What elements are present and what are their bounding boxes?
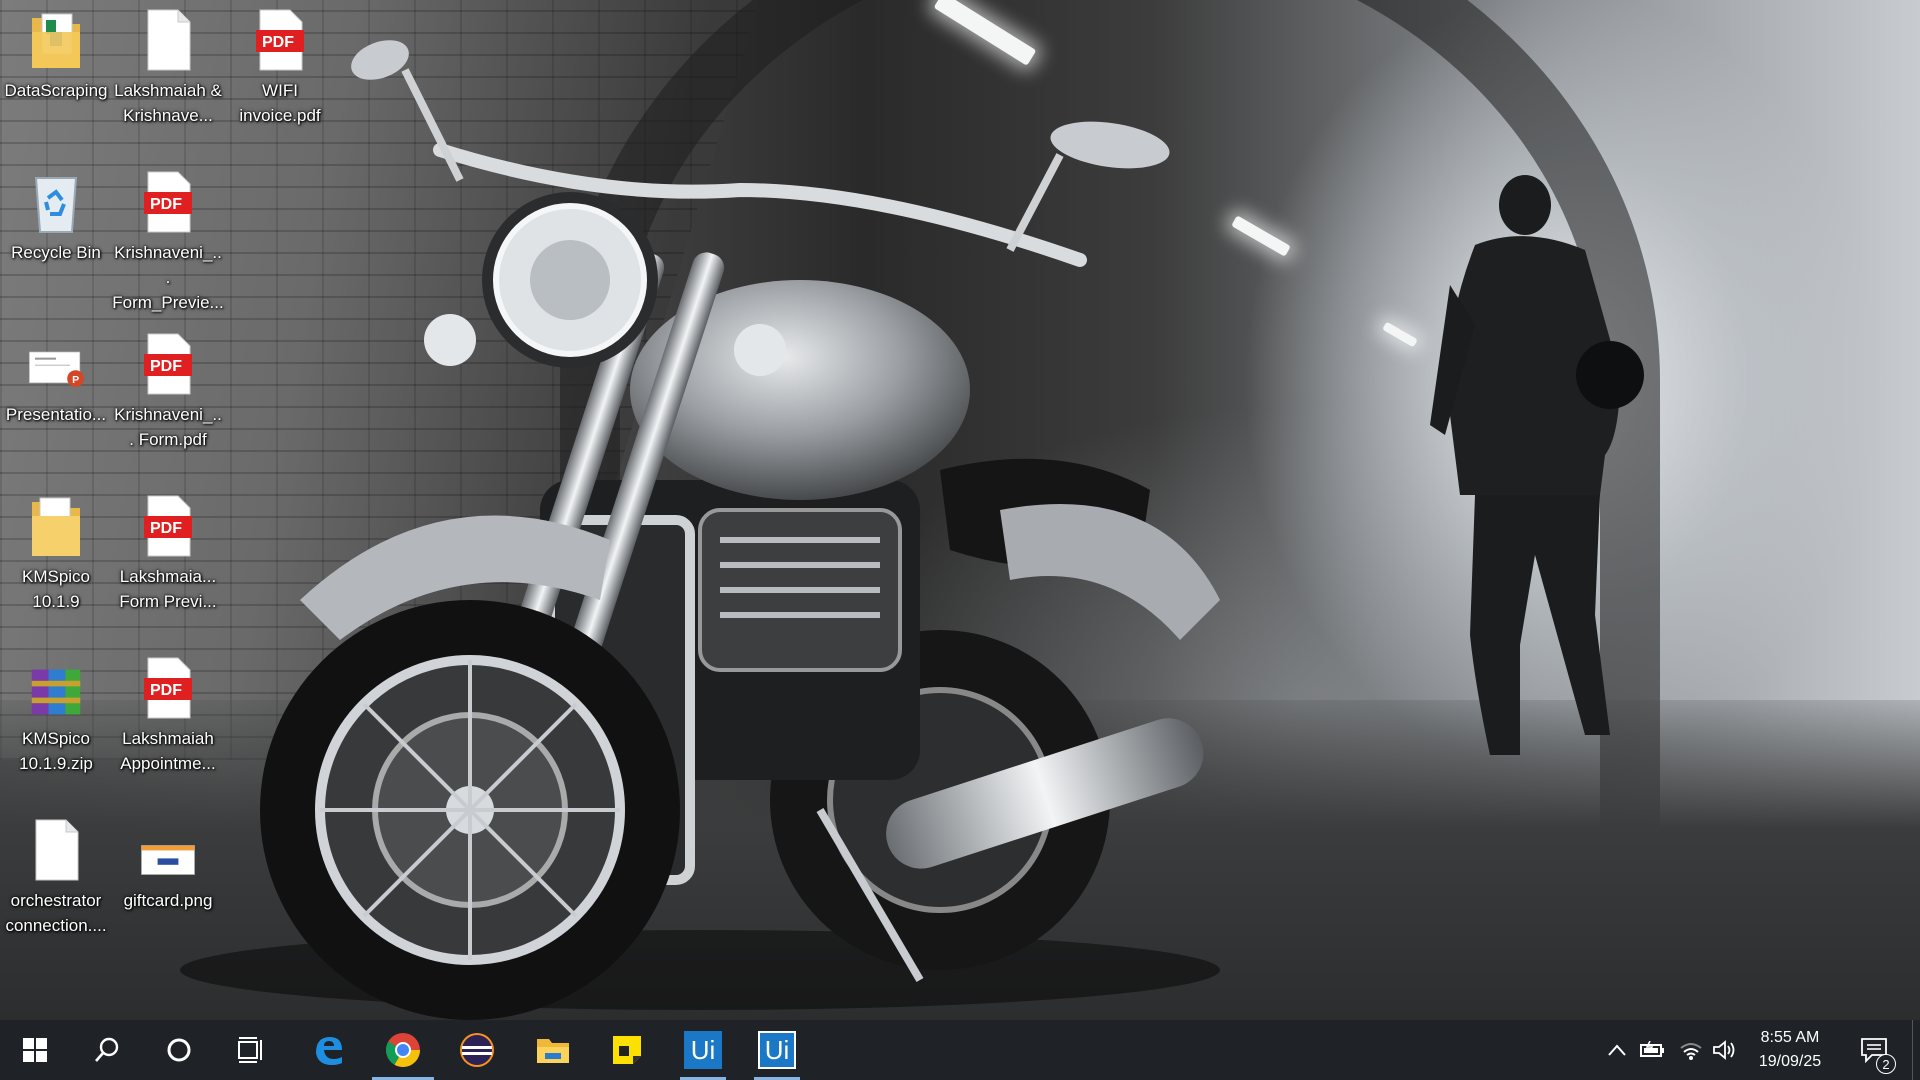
taskbar-clock[interactable]: 8:55 AM 19/09/25	[1742, 1020, 1838, 1080]
desktop-icon-presentation[interactable]: P Presentatio...	[0, 332, 112, 427]
icon-label: Lakshmaia... Form Previ...	[119, 567, 217, 611]
desktop-icon-orchestrator[interactable]: orchestrator connection....	[0, 818, 112, 938]
powerpoint-file-icon: P	[29, 351, 84, 387]
icon-label: Lakshmaiah Appointme...	[120, 729, 216, 773]
pdf-badge: PDF	[150, 682, 182, 699]
pdf-badge: PDF	[262, 34, 294, 51]
icon-label: orchestrator connection....	[5, 891, 107, 935]
edge-taskbar-button[interactable]	[298, 1020, 360, 1080]
icon-label: giftcard.png	[123, 891, 213, 910]
eclipse-taskbar-button[interactable]	[446, 1020, 508, 1080]
desktop-icon-lakshmaiah-krishnaveni[interactable]: Lakshmaiah & Krishnave...	[112, 8, 224, 128]
icon-label: WIFI invoice.pdf	[239, 81, 321, 125]
desktop-icon-lakshmaiah-form-preview[interactable]: PDF Lakshmaia... Form Previ...	[112, 494, 224, 614]
desktop-icon-krishnaveni-form-preview[interactable]: PDF Krishnaveni_... Form_Previe...	[112, 170, 224, 315]
desktop-icon-datascraping[interactable]: DataScraping	[0, 8, 112, 103]
pdf-file-icon: PDF	[144, 333, 192, 395]
task-view-icon	[238, 1037, 262, 1063]
sticky-notes-icon	[613, 1036, 641, 1064]
pdf-file-icon: PDF	[144, 495, 192, 557]
pdf-badge: PDF	[150, 520, 182, 537]
file-explorer-icon	[537, 1039, 569, 1063]
folder-icon	[32, 497, 80, 556]
taskbar: Ui Ui 8:55 AM 19/09/25 2	[0, 1020, 1920, 1080]
notification-count-badge: 2	[1876, 1054, 1896, 1074]
motorcycle-illustration	[180, 40, 1220, 1020]
volume-button[interactable]	[1706, 1020, 1744, 1080]
icon-label: Recycle Bin	[11, 243, 101, 262]
search-button[interactable]	[76, 1020, 138, 1080]
cortana-circle-icon	[167, 1038, 191, 1062]
desktop-icon-lakshmaiah-appointment[interactable]: PDF Lakshmaiah Appointme...	[112, 656, 224, 776]
icon-label: KMSpico 10.1.9	[21, 567, 91, 611]
blank-document-icon	[35, 819, 79, 881]
pdf-file-icon: PDF	[144, 657, 192, 719]
task-view-button[interactable]	[220, 1020, 282, 1080]
battery-charging-icon	[1640, 1041, 1664, 1057]
chevron-up-icon	[1608, 1044, 1626, 1056]
pdf-badge: PDF	[150, 196, 182, 213]
desktop-icon-recycle-bin[interactable]: Recycle Bin	[0, 170, 112, 265]
battery-status-button[interactable]	[1634, 1020, 1672, 1080]
chrome-taskbar-button[interactable]	[372, 1020, 434, 1080]
uipath-studio-taskbar-button[interactable]: Ui	[672, 1020, 734, 1080]
clock-date: 19/09/25	[1758, 1053, 1822, 1070]
sticky-notes-taskbar-button[interactable]	[596, 1020, 658, 1080]
wifi-icon	[1680, 1043, 1702, 1060]
desktop-icon-krishnaveni-form-pdf[interactable]: PDF Krishnaveni_... Form.pdf	[112, 332, 224, 452]
action-center-button[interactable]: 2	[1848, 1020, 1900, 1080]
speaker-icon	[1713, 1040, 1735, 1060]
start-button[interactable]	[4, 1020, 66, 1080]
icon-label: DataScraping	[4, 81, 108, 100]
winrar-archive-icon	[31, 669, 81, 715]
edge-browser-icon	[316, 1037, 342, 1065]
uipath-label: Ui	[764, 1034, 790, 1065]
icon-label: Krishnaveni_... Form_Previe...	[112, 243, 224, 312]
blank-document-icon	[147, 9, 191, 71]
file-explorer-taskbar-button[interactable]	[522, 1020, 584, 1080]
recycle-bin-icon	[34, 177, 78, 233]
desktop-icon-kmspico-zip[interactable]: KMSpico 10.1.9.zip	[0, 656, 112, 776]
windows-start-icon	[23, 1038, 47, 1062]
network-status-button[interactable]	[1672, 1020, 1710, 1080]
pdf-file-icon: PDF	[144, 171, 192, 233]
pdf-file-icon: PDF	[256, 9, 304, 71]
uipath-label: Ui	[690, 1034, 716, 1065]
icon-label: Presentatio...	[5, 405, 107, 424]
cortana-button[interactable]	[148, 1020, 210, 1080]
pdf-badge: PDF	[150, 358, 182, 375]
folder-with-spreadsheet-icon	[32, 13, 80, 68]
ppt-badge: P	[72, 374, 79, 386]
clock-time: 8:55 AM	[1760, 1029, 1820, 1046]
desktop-icon-wifi-invoice[interactable]: PDF WIFI invoice.pdf	[224, 8, 336, 128]
image-file-icon	[141, 845, 195, 875]
icon-label: Lakshmaiah & Krishnave...	[114, 81, 222, 125]
eclipse-ide-icon	[460, 1033, 494, 1067]
icon-label: KMSpico 10.1.9.zip	[19, 729, 93, 773]
desktop-wallpaper	[0, 0, 1920, 1020]
desktop-icon-kmspico-folder[interactable]: KMSpico 10.1.9	[0, 494, 112, 614]
chrome-browser-icon	[386, 1033, 420, 1067]
search-icon	[95, 1037, 119, 1062]
uipath-assistant-taskbar-button[interactable]: Ui	[746, 1020, 808, 1080]
show-hidden-icons-button[interactable]	[1598, 1020, 1636, 1080]
uipath-icon: Ui	[758, 1031, 796, 1069]
show-desktop-button[interactable]	[1912, 1020, 1920, 1080]
walking-man-illustration	[1430, 175, 1644, 755]
desktop-icon-giftcard[interactable]: giftcard.png	[112, 818, 224, 913]
icon-label: Krishnaveni_... Form.pdf	[114, 405, 222, 449]
uipath-icon: Ui	[684, 1031, 722, 1069]
